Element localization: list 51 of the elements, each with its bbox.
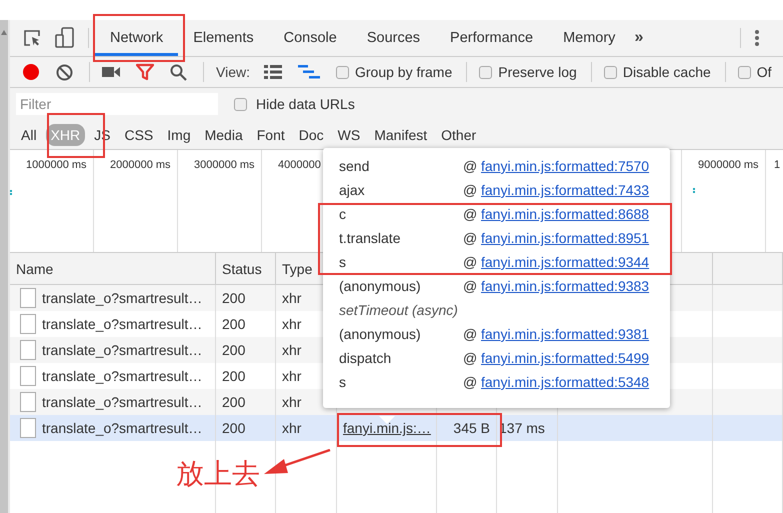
request-type: xhr xyxy=(282,368,302,384)
response-size: 345 B xyxy=(453,420,490,436)
status-code: 200 xyxy=(222,420,246,436)
function-name: s xyxy=(339,254,347,270)
at-sign: @ xyxy=(463,230,478,246)
status-code: 200 xyxy=(222,368,246,384)
at-sign: @ xyxy=(463,158,478,174)
at-sign: @ xyxy=(463,326,478,342)
request-type: xhr xyxy=(282,342,302,358)
function-name: t.translate xyxy=(339,230,402,246)
checkbox-label: Disable cache xyxy=(622,64,711,80)
at-sign: @ xyxy=(463,182,478,198)
status-code: 200 xyxy=(222,290,246,306)
at-sign: @ xyxy=(463,278,478,294)
function-name: s xyxy=(339,374,347,390)
time-tick-label: 3000000 ms xyxy=(194,159,255,171)
request-name: translate_o?smartresult… xyxy=(42,290,202,306)
annotation-caption: 放上去 xyxy=(176,456,260,492)
request-name: translate_o?smartresult… xyxy=(42,368,202,384)
request-type: xhr xyxy=(282,420,302,436)
request-type: xhr xyxy=(282,316,302,332)
status-code: 200 xyxy=(222,316,246,332)
at-sign: @ xyxy=(463,206,478,222)
checkbox-label: Of xyxy=(756,64,772,80)
time-tick-label: 9000000 ms xyxy=(698,159,759,171)
function-name: (anonymous) xyxy=(339,326,422,342)
request-type: xhr xyxy=(282,290,302,306)
request-name: translate_o?smartresult… xyxy=(42,420,202,436)
function-name: send xyxy=(339,158,370,174)
request-type: xhr xyxy=(282,394,302,410)
request-name: translate_o?smartresult… xyxy=(42,316,202,332)
checkbox-label: Group by frame xyxy=(354,64,452,80)
time-tick-label: 4000000 xyxy=(278,159,321,171)
function-name: dispatch xyxy=(339,350,392,366)
status-code: 200 xyxy=(222,342,246,358)
checkbox-label: Preserve log xyxy=(498,64,577,80)
at-sign: @ xyxy=(463,350,478,366)
function-name: ajax xyxy=(339,182,366,198)
time-tick-label: 1000000 ms xyxy=(26,159,87,171)
at-sign: @ xyxy=(463,254,478,270)
function-name: c xyxy=(339,206,347,222)
request-name: translate_o?smartresult… xyxy=(42,342,202,358)
status-code: 200 xyxy=(222,394,246,410)
async-boundary-label: setTimeout (async) xyxy=(339,302,458,318)
time-tick-label: 2000000 ms xyxy=(110,159,171,171)
at-sign: @ xyxy=(463,374,478,390)
view-label: View: xyxy=(216,64,250,80)
request-name: translate_o?smartresult… xyxy=(42,394,202,410)
function-name: (anonymous) xyxy=(339,278,422,294)
checkbox-label: Hide data URLs xyxy=(256,96,355,112)
time-tick-label: 1 xyxy=(774,159,780,171)
